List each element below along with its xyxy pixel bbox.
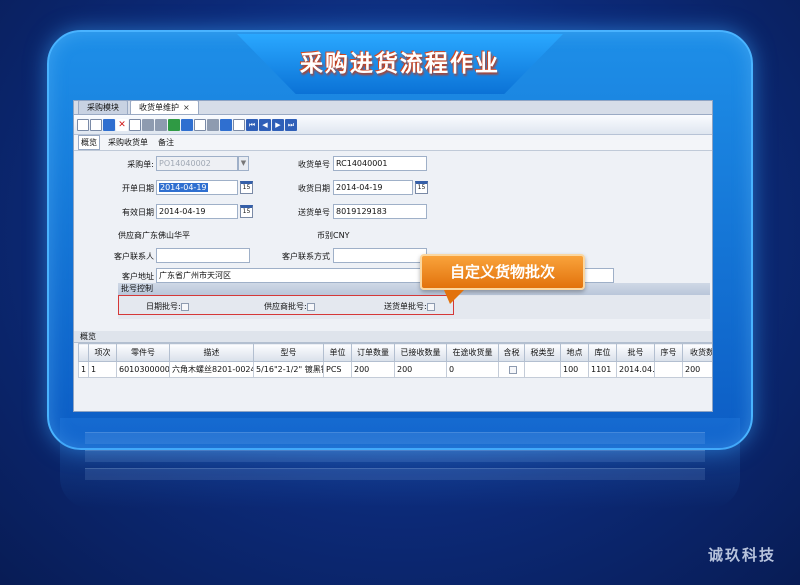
table-reflection — [85, 432, 705, 486]
column-header[interactable]: 库位 — [588, 343, 617, 362]
page-title: 采购进货流程作业 — [300, 51, 500, 77]
column-header[interactable]: 收货数量 — [682, 343, 712, 362]
cell-tax-type[interactable] — [524, 361, 561, 378]
receive-date-field[interactable]: 2014-04-19 — [333, 180, 413, 195]
edit-icon[interactable] — [129, 118, 141, 131]
subtab-notes[interactable]: 备注 — [156, 136, 176, 149]
export-icon[interactable] — [168, 118, 180, 131]
cell-model[interactable]: 5/16"2-1/2" 镀黑锌 — [253, 361, 324, 378]
valid-date-label: 有效日期 — [122, 208, 154, 217]
column-header[interactable]: 单位 — [323, 343, 352, 362]
subtab-receipt[interactable]: 采购收货单 — [106, 136, 150, 149]
copy-icon[interactable] — [90, 118, 102, 131]
cell-order-qty[interactable]: 200 — [351, 361, 395, 378]
contact-field[interactable] — [156, 248, 250, 263]
close-icon[interactable]: × — [183, 103, 190, 112]
cell-unit[interactable]: PCS — [323, 361, 352, 378]
approve-icon[interactable] — [220, 118, 232, 131]
batch-control-header: 批号控制 — [118, 283, 710, 295]
table-row[interactable]: 1 1 601030000031 六角木螺丝8201-002436 5/16"2… — [78, 361, 712, 378]
import-icon[interactable] — [181, 118, 193, 131]
calendar-icon[interactable]: 15 — [415, 181, 428, 194]
subtab-overview[interactable]: 概览 — [78, 135, 100, 150]
cell-location[interactable]: 100 — [560, 361, 589, 378]
attach-icon[interactable] — [194, 118, 206, 131]
tab-receipt-maintenance[interactable]: 收货单维护 × — [130, 101, 199, 114]
next-record-icon[interactable]: ▶ — [272, 118, 284, 131]
cell-tax-included[interactable] — [498, 361, 525, 378]
delivery-no-field[interactable]: 8019129183 — [333, 204, 427, 219]
refresh-icon[interactable] — [207, 118, 219, 131]
currency-text: 币别CNY — [317, 231, 350, 240]
supplier-text: 供应商广东佛山华平 — [118, 231, 190, 240]
open-date-field[interactable]: 2014-04-19 — [156, 180, 238, 195]
cell-bin[interactable]: 1101 — [588, 361, 617, 378]
column-header[interactable]: 批号 — [616, 343, 655, 362]
callout-pointer — [444, 290, 464, 304]
preview-icon[interactable] — [155, 118, 167, 131]
calendar-icon[interactable]: 15 — [240, 205, 253, 218]
delete-icon[interactable]: ✕ — [116, 118, 128, 131]
module-tabs: 采购模块 收货单维护 × — [74, 101, 712, 115]
column-header-rownum — [78, 343, 89, 362]
cell-part-no[interactable]: 601030000031 — [116, 361, 170, 378]
column-header[interactable]: 地点 — [560, 343, 589, 362]
table-header-row: 项次 零件号 描述 型号 单位 订单数量 已接收数量 在途收货量 含税 税类型 … — [78, 343, 712, 362]
column-header[interactable]: 项次 — [88, 343, 117, 362]
column-header[interactable]: 订单数量 — [351, 343, 395, 362]
contact-method-label: 客户联系方式 — [282, 252, 330, 261]
po-field[interactable]: PO14040002 — [156, 156, 238, 171]
open-date-label: 开单日期 — [122, 184, 154, 193]
tax-included-checkbox[interactable] — [508, 365, 517, 374]
column-header[interactable]: 税类型 — [524, 343, 561, 362]
receipt-form: 采购单: PO14040002 ▼ 收货单号 RC14040001 开单日期 2… — [74, 151, 712, 331]
cell-received-qty[interactable]: 200 — [394, 361, 447, 378]
search-icon[interactable] — [233, 118, 245, 131]
column-header[interactable]: 描述 — [169, 343, 254, 362]
receipt-no-label: 收货单号 — [298, 160, 330, 169]
first-record-icon[interactable]: ⏮ — [246, 118, 258, 131]
last-record-icon[interactable]: ⏭ — [285, 118, 297, 131]
cell-in-transit-qty[interactable]: 0 — [446, 361, 499, 378]
row-number: 1 — [78, 361, 89, 378]
cell-receive-qty[interactable]: 200 — [682, 361, 712, 378]
column-header[interactable]: 序号 — [654, 343, 683, 362]
column-header[interactable]: 型号 — [253, 343, 324, 362]
cell-batch-no[interactable]: 2014.04.19 — [616, 361, 655, 378]
valid-date-field[interactable]: 2014-04-19 — [156, 204, 238, 219]
toolbar: ✕ ⏮ ◀ ▶ ⏭ — [74, 115, 712, 135]
po-label: 采购单: — [127, 160, 154, 169]
batch-highlight-box — [118, 295, 454, 315]
receipt-no-field[interactable]: RC14040001 — [333, 156, 427, 171]
contact-method-field[interactable] — [333, 248, 427, 263]
cell-description[interactable]: 六角木螺丝8201-002436 — [169, 361, 254, 378]
erp-window: 采购模块 收货单维护 × ✕ ⏮ ◀ ▶ ⏭ 概览 采购收货单 备注 采购单: P… — [73, 100, 713, 412]
tab-purchase-module[interactable]: 采购模块 — [78, 101, 128, 114]
sub-tabs: 概览 采购收货单 备注 — [74, 135, 712, 151]
address-label: 客户地址 — [122, 272, 154, 281]
column-header[interactable]: 含税 — [498, 343, 525, 362]
column-header[interactable]: 零件号 — [116, 343, 170, 362]
custom-batch-callout: 自定义货物批次 — [420, 254, 585, 290]
save-icon[interactable] — [103, 118, 115, 131]
calendar-icon[interactable]: 15 — [240, 181, 253, 194]
new-icon[interactable] — [77, 118, 89, 131]
cell-serial[interactable] — [654, 361, 683, 378]
column-header[interactable]: 在途收货量 — [446, 343, 499, 362]
grid-tab-overview[interactable]: 概览 — [74, 331, 712, 343]
company-logo: 诚玖科技 — [707, 546, 776, 564]
delivery-no-label: 送货单号 — [298, 208, 330, 217]
print-icon[interactable] — [142, 118, 154, 131]
receive-date-label: 收货日期 — [298, 184, 330, 193]
cell-item-no[interactable]: 1 — [88, 361, 117, 378]
items-table: 项次 零件号 描述 型号 单位 订单数量 已接收数量 在途收货量 含税 税类型 … — [78, 343, 712, 378]
prev-record-icon[interactable]: ◀ — [259, 118, 271, 131]
contact-label: 客户联系人 — [114, 252, 154, 261]
chevron-down-icon[interactable]: ▼ — [238, 156, 249, 171]
column-header[interactable]: 已接收数量 — [394, 343, 447, 362]
